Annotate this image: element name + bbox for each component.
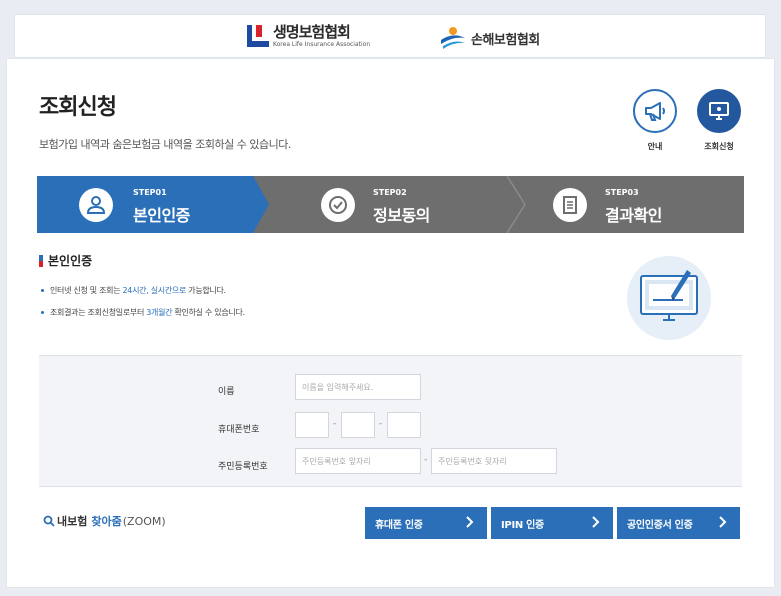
zoom-text-part2: 찾아줌 xyxy=(91,515,122,528)
quick-link-guide[interactable]: 안내 xyxy=(631,89,679,152)
identity-form: 이름 휴대폰번호 - - 주민등록번호 - xyxy=(39,355,742,487)
notice-item: 조회결과는 조회신청일로부터 3개월간 확인하실 수 있습니다. xyxy=(41,307,245,318)
document-icon xyxy=(553,188,587,222)
zoom-text-part1: 내보험 xyxy=(57,515,88,528)
notice-list: 인터넷 신청 및 조회는 24시간, 실시간으로 가능합니다. 조회결과는 조회… xyxy=(41,285,245,329)
rrn-front-input[interactable] xyxy=(295,448,421,474)
notice-item: 인터넷 신청 및 조회는 24시간, 실시간으로 가능합니다. xyxy=(41,285,245,296)
zoom-text-part3: (ZOOM) xyxy=(122,514,166,528)
step-3: STEP03 결과확인 xyxy=(549,176,744,233)
magnifier-icon xyxy=(43,515,55,527)
rrn-back-input[interactable] xyxy=(431,448,557,474)
phone-label: 휴대폰번호 xyxy=(218,425,260,435)
gia-logo[interactable]: 손해보험협회 xyxy=(439,26,540,50)
verification-illustration-icon xyxy=(627,256,711,340)
ipin-auth-button-label: IPIN 인증 xyxy=(501,519,544,531)
chevron-right-icon xyxy=(592,516,600,528)
klia-logo[interactable]: 생명보험협회 Korea Life Insurance Association xyxy=(247,25,370,48)
check-circle-icon xyxy=(321,188,355,222)
step-3-name: 결과확인 xyxy=(605,206,662,225)
step-2: STEP02 정보동의 xyxy=(315,176,505,233)
quick-link-inquiry[interactable]: 조회신청 xyxy=(695,89,743,152)
partner-logo-bar: 생명보험협회 Korea Life Insurance Association … xyxy=(14,14,766,58)
gia-logo-mark-icon xyxy=(439,26,467,50)
name-input[interactable] xyxy=(295,374,421,400)
zoom-service-logo[interactable]: 내보험 찾아줌 (ZOOM) xyxy=(43,513,166,529)
monitor-icon xyxy=(709,102,729,120)
chevron-right-icon xyxy=(466,516,474,528)
page-title: 조회신청 xyxy=(39,95,117,120)
phone-auth-button[interactable]: 휴대폰 인증 xyxy=(365,507,487,539)
quick-link-guide-label: 안내 xyxy=(647,142,663,151)
quick-link-inquiry-label: 조회신청 xyxy=(704,142,734,151)
step-progress: STEP01 본인인증 STEP02 정보동의 STEP03 결과확인 xyxy=(37,176,744,233)
rrn-label: 주민등록번호 xyxy=(218,462,268,472)
step-1-name: 본인인증 xyxy=(133,206,190,225)
phone-auth-button-label: 휴대폰 인증 xyxy=(375,519,423,531)
klia-logo-name: 생명보험협회 xyxy=(273,23,351,41)
page-description: 보험가입 내역과 숨은보험금 내역을 조회하실 수 있습니다. xyxy=(39,138,291,151)
rrn-separator: - xyxy=(424,455,428,465)
phone-part3-input[interactable] xyxy=(387,412,421,438)
chevron-right-icon xyxy=(719,516,727,528)
gia-logo-name: 손해보험협회 xyxy=(471,32,540,48)
klia-logo-mark-icon xyxy=(247,25,269,47)
phone-part2-input[interactable] xyxy=(341,412,375,438)
section-title: 본인인증 xyxy=(39,252,92,269)
step-2-number: STEP02 xyxy=(373,188,407,197)
megaphone-icon xyxy=(645,102,665,121)
phone-separator: - xyxy=(333,419,337,429)
certificate-auth-button-label: 공인인증서 인증 xyxy=(627,519,693,531)
phone-part1-input[interactable] xyxy=(295,412,329,438)
section-title-marker xyxy=(39,254,43,267)
step-2-name: 정보동의 xyxy=(373,206,430,225)
inquiry-panel: 조회신청 보험가입 내역과 숨은보험금 내역을 조회하실 수 있습니다. 안내 … xyxy=(6,58,775,588)
person-icon xyxy=(79,188,113,222)
section-title-text: 본인인증 xyxy=(48,254,93,268)
phone-separator: - xyxy=(379,419,383,429)
klia-logo-subtitle: Korea Life Insurance Association xyxy=(273,41,371,48)
certificate-auth-button[interactable]: 공인인증서 인증 xyxy=(617,507,740,539)
step-separator-chevron xyxy=(506,176,526,233)
ipin-auth-button[interactable]: IPIN 인증 xyxy=(491,507,613,539)
step-1-number: STEP01 xyxy=(133,188,167,197)
name-label: 이름 xyxy=(218,387,235,397)
step-3-number: STEP03 xyxy=(605,188,639,197)
step-1: STEP01 본인인증 xyxy=(37,176,269,233)
